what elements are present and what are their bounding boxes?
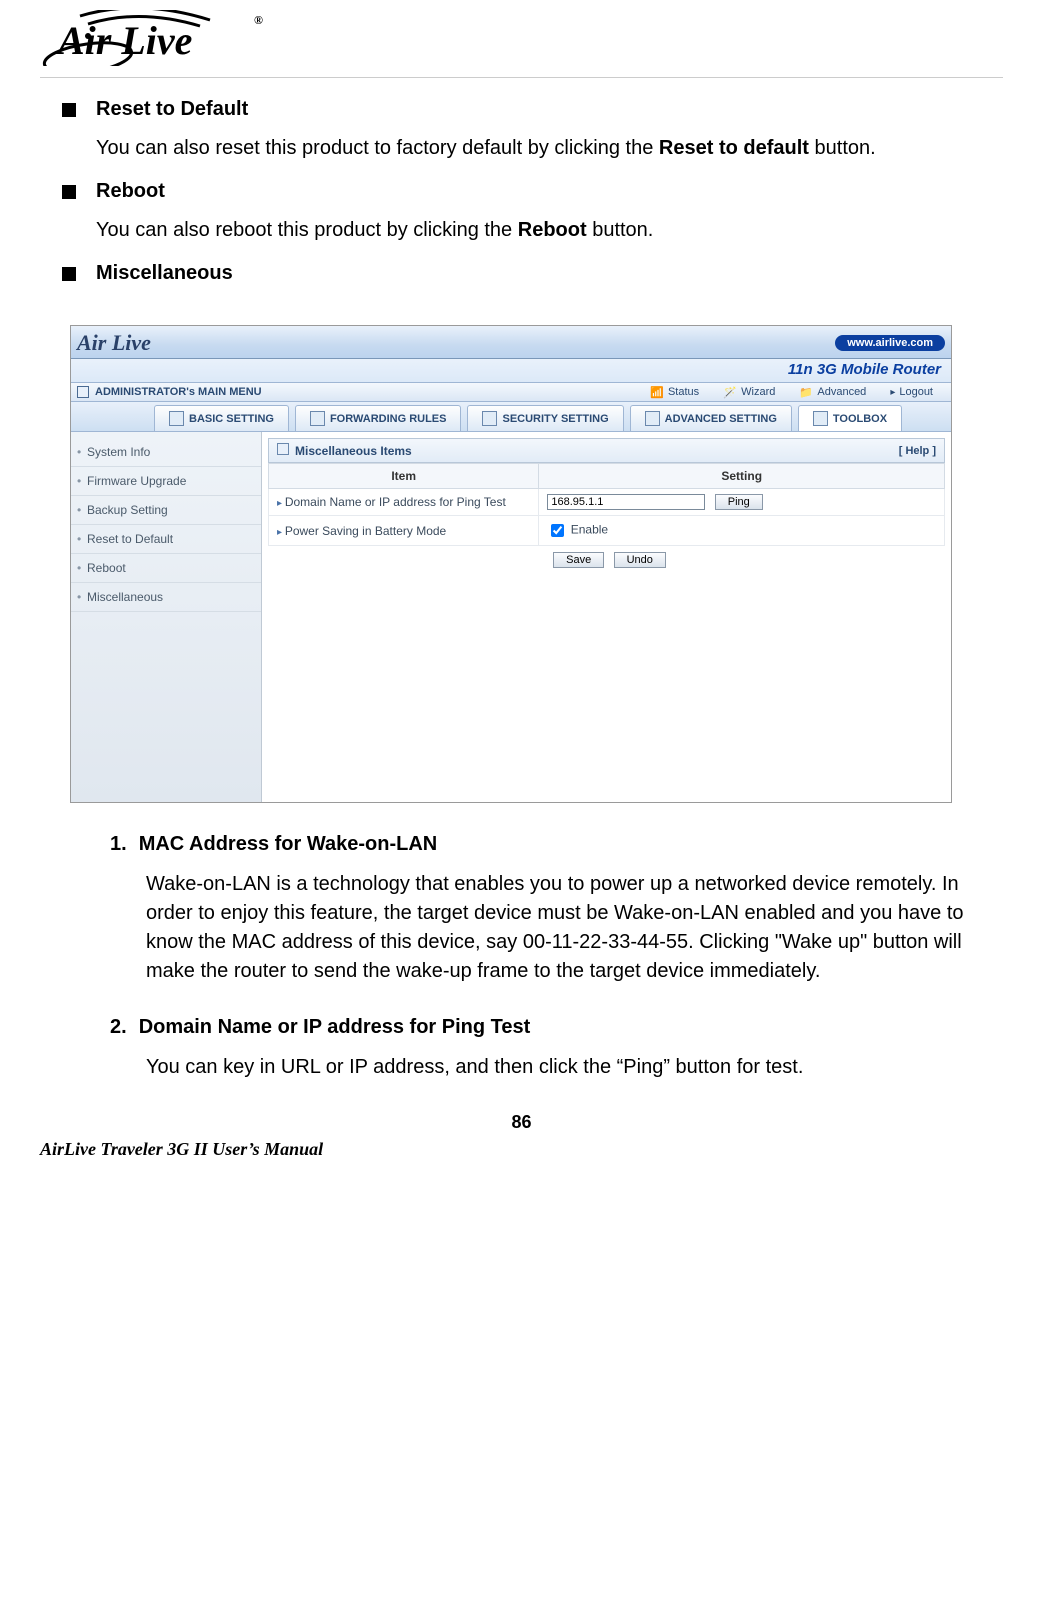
sidebar-item-backup[interactable]: Backup Setting [71,496,261,525]
screenshot-header: Air Live www.airlive.com [71,326,951,359]
power-saving-checkbox[interactable] [551,524,564,537]
heading-1-title: MAC Address for Wake-on-LAN [139,833,438,856]
tab-icon [169,411,184,426]
square-bullet-icon [62,185,76,199]
row-ping-label: Domain Name or IP address for Ping Test [269,489,539,516]
tab-advanced[interactable]: ADVANCED SETTING [630,405,792,431]
router-model-title: 11n 3G Mobile Router [71,359,951,383]
main-menu-title: ADMINISTRATOR's MAIN MENU [95,386,262,398]
sidebar-item-misc[interactable]: Miscellaneous [71,583,261,612]
row-power-setting: Enable [539,516,945,546]
menu-toggle-icon[interactable] [77,386,89,398]
sidebar-item-reboot[interactable]: Reboot [71,554,261,583]
tab-basic[interactable]: BASIC SETTING [154,405,289,431]
table-row: Power Saving in Battery Mode Enable [269,516,945,546]
footer-text: AirLive Traveler 3G II User’s Manual [0,1133,1043,1170]
page-number: 86 [40,1112,1003,1133]
enable-label: Enable [571,523,608,537]
col-setting: Setting [539,464,945,489]
arrow-icon: ▸ [890,387,895,398]
tab-icon [813,411,828,426]
save-button[interactable]: Save [553,552,604,568]
numbered-body-2: You can key in URL or IP address, and th… [146,1053,976,1082]
status-icon: 📶 [650,386,664,398]
section-misc: Miscellaneous [62,262,1003,285]
panel-icon [277,443,289,455]
tab-icon [310,411,325,426]
section-body-reset: You can also reset this product to facto… [96,135,1003,162]
tab-icon [482,411,497,426]
square-bullet-icon [62,267,76,281]
section-body-reboot: You can also reboot this product by clic… [96,217,1003,244]
content-panel: Miscellaneous Items [ Help ] Item Settin… [262,432,951,802]
undo-button[interactable]: Undo [614,552,666,568]
sidebar-item-reset[interactable]: Reset to Default [71,525,261,554]
tab-security[interactable]: SECURITY SETTING [467,405,623,431]
menu-advanced[interactable]: 📁Advanced [799,386,866,398]
menu-logout[interactable]: ▸Logout [890,386,933,398]
wizard-icon: 🪄 [723,386,737,398]
main-menu-bar: ADMINISTRATOR's MAIN MENU 📶Status 🪄Wizar… [71,383,951,402]
router-brand-logo: Air Live [77,330,151,356]
panel-title-text: Miscellaneous Items [295,444,412,458]
logo-header: Air Live ® [40,0,1003,78]
col-item: Item [269,464,539,489]
menu-status[interactable]: 📶Status [650,386,699,398]
section-title-misc: Miscellaneous [96,262,233,285]
ping-address-input[interactable] [547,494,705,510]
tab-forwarding[interactable]: FORWARDING RULES [295,405,462,431]
row-power-label: Power Saving in Battery Mode [269,516,539,546]
brand-logo: Air Live ® [40,10,270,77]
numbered-heading-2: 2. Domain Name or IP address for Ping Te… [110,1016,1003,1039]
section-title-reset: Reset to Default [96,98,248,121]
tab-toolbox[interactable]: TOOLBOX [798,405,902,431]
svg-text:Air Live: Air Live [55,18,192,63]
sidebar: System Info Firmware Upgrade Backup Sett… [71,432,262,802]
table-row: Domain Name or IP address for Ping Test … [269,489,945,516]
advanced-icon: 📁 [799,386,813,398]
sidebar-item-firmware[interactable]: Firmware Upgrade [71,467,261,496]
section-reboot: Reboot [62,180,1003,203]
help-link[interactable]: [ Help ] [899,445,936,457]
url-pill[interactable]: www.airlive.com [835,335,945,351]
settings-table: Item Setting Domain Name or IP address f… [268,463,945,546]
tab-row: BASIC SETTING FORWARDING RULES SECURITY … [71,402,951,432]
numbered-heading-1: 1. MAC Address for Wake-on-LAN [110,833,1003,856]
square-bullet-icon [62,103,76,117]
router-screenshot: Air Live www.airlive.com 11n 3G Mobile R… [70,325,952,803]
section-title-reboot: Reboot [96,180,165,203]
section-reset: Reset to Default [62,98,1003,121]
sidebar-item-system-info[interactable]: System Info [71,438,261,467]
button-row: Save Undo [268,546,945,574]
number-2: 2. [110,1016,127,1039]
row-ping-setting: Ping [539,489,945,516]
menu-wizard[interactable]: 🪄Wizard [723,386,775,398]
tab-icon [645,411,660,426]
svg-text:®: ® [254,13,263,27]
heading-2-title: Domain Name or IP address for Ping Test [139,1016,531,1039]
panel-title-bar: Miscellaneous Items [ Help ] [268,438,945,463]
number-1: 1. [110,833,127,856]
ping-button[interactable]: Ping [715,494,763,510]
numbered-body-1: Wake-on-LAN is a technology that enables… [146,870,976,986]
